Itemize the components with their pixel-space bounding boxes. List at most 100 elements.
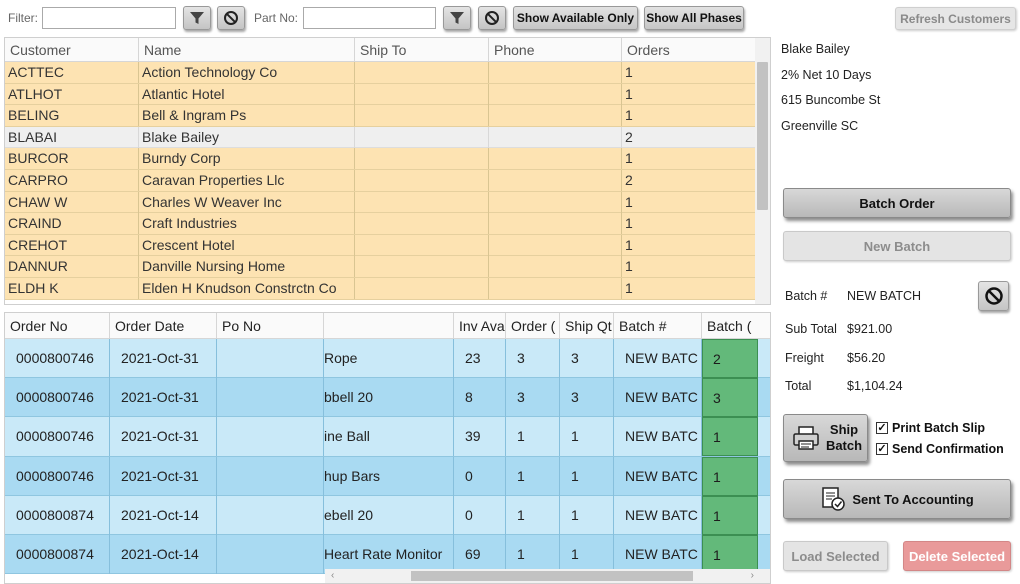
clear-icon <box>485 11 499 25</box>
customer-row[interactable]: BELING Bell & Ingram Ps 1 <box>5 105 757 127</box>
customers-header: Customer Name Ship To Phone Orders <box>5 38 757 62</box>
column-header-customer[interactable]: Customer <box>5 38 139 62</box>
show-all-phases-button[interactable]: Show All Phases <box>644 6 744 30</box>
order-cell-order-no: 0000800746 <box>5 378 110 418</box>
customer-cell-ship-to <box>355 213 489 235</box>
order-cell-inv: 0 <box>454 495 506 535</box>
order-line-row[interactable]: 0000800746 2021-Oct-31 Rope 23 3 3 NEW BATC 2 <box>5 339 770 379</box>
customer-cell-ship-to <box>355 148 489 170</box>
order-cell-ship-qty[interactable]: 1 <box>560 417 614 457</box>
customer-row[interactable]: CREHOT Crescent Hotel 1 <box>5 234 757 257</box>
customer-cell-code: BLABAI <box>5 126 139 148</box>
customer-cell-ship-to <box>355 278 489 299</box>
order-cell-ship-qty[interactable]: 1 <box>560 495 614 535</box>
ship-batch-button[interactable]: Ship Batch <box>783 414 868 462</box>
scroll-right-icon[interactable]: › <box>751 569 754 583</box>
order-line-row[interactable]: 0000800874 2021-Oct-14 ebell 20 0 1 1 NEW BATC… <box>5 495 770 535</box>
customer-cell-orders: 1 <box>625 64 633 80</box>
customer-cell-ship-to <box>355 234 489 256</box>
freight-value: $56.20 <box>847 351 886 365</box>
customer-cell-name: Crescent Hotel <box>139 234 355 256</box>
refresh-customers-button[interactable]: Refresh Customers <box>895 7 1016 30</box>
customer-cell-orders: 1 <box>625 85 633 102</box>
order-cell-ship-qty[interactable]: 3 <box>560 339 614 378</box>
column-header-order-qty[interactable]: Order ( <box>506 313 560 339</box>
customer-row[interactable]: DANNUR Danville Nursing Home 1 <box>5 256 757 278</box>
order-cell-batch-qty[interactable]: 1 <box>702 456 758 496</box>
column-header-order-date[interactable]: Order Date <box>110 313 217 339</box>
customer-name: Blake Bailey <box>781 42 850 56</box>
customer-cell-name: Bell & Ingram Ps <box>139 105 355 127</box>
filter-apply-button[interactable] <box>183 6 211 30</box>
sent-to-accounting-button[interactable]: Sent To Accounting <box>783 479 1011 519</box>
part-filter-apply-button[interactable] <box>443 6 471 30</box>
filter-icon <box>450 12 464 24</box>
new-batch-button[interactable]: New Batch <box>783 231 1011 261</box>
order-lines-hscrollbar[interactable]: ‹ › <box>325 569 770 583</box>
order-cell-batch: NEW BATC <box>614 495 702 535</box>
customers-scrollbar-thumb[interactable] <box>757 62 768 210</box>
column-header-batch-qty[interactable]: Batch ( <box>702 313 758 339</box>
customer-cell-name: Action Technology Co <box>139 62 355 83</box>
order-cell-ship-qty[interactable]: 1 <box>560 456 614 496</box>
order-line-row[interactable]: 0000800746 2021-Oct-31 bbell 20 8 3 3 NEW BATC… <box>5 378 770 418</box>
customer-row[interactable]: BLABAI Blake Bailey 2 <box>5 126 757 149</box>
customer-cell-code: CHAW W <box>5 191 139 213</box>
order-cell-ship-qty[interactable]: 3 <box>560 378 614 418</box>
customer-cell-name: Charles W Weaver Inc <box>139 191 355 213</box>
checkmark-icon[interactable]: ✓ <box>876 422 888 434</box>
customer-row[interactable]: ATLHOT Atlantic Hotel 1 <box>5 83 757 106</box>
column-header-ship-to[interactable]: Ship To <box>355 38 489 62</box>
order-cell-order-no: 0000800874 <box>5 495 110 535</box>
customer-row[interactable]: CARPRO Caravan Properties Llc 2 <box>5 170 757 192</box>
batch-order-button[interactable]: Batch Order <box>783 188 1011 218</box>
column-header-ship-qty[interactable]: Ship Qt <box>560 313 614 339</box>
column-header-item[interactable] <box>324 313 454 339</box>
column-header-name[interactable]: Name <box>139 38 355 62</box>
send-confirmation-checkbox[interactable]: ✓ Send Confirmation <box>876 442 1004 456</box>
order-cell-order-date: 2021-Oct-31 <box>110 339 217 378</box>
column-header-batch-no[interactable]: Batch # <box>614 313 702 339</box>
checkmark-icon[interactable]: ✓ <box>876 443 888 455</box>
order-cell-inv: 23 <box>454 339 506 378</box>
filter-input[interactable] <box>42 7 176 29</box>
customer-row[interactable]: ACTTEC Action Technology Co 1 <box>5 62 757 84</box>
filter-clear-button[interactable] <box>217 6 245 30</box>
customer-row[interactable]: CHAW W Charles W Weaver Inc 1 <box>5 191 757 214</box>
order-line-row[interactable]: 0000800746 2021-Oct-31 ine Ball 39 1 1 NEW BAT… <box>5 417 770 457</box>
order-lines-hscrollbar-thumb[interactable] <box>411 571 693 581</box>
customer-cell-phone <box>489 83 622 105</box>
column-header-po-no[interactable]: Po No <box>217 313 324 339</box>
delete-selected-button[interactable]: Delete Selected <box>903 541 1011 571</box>
subtotal-label: Sub Total <box>785 322 837 336</box>
column-header-order-no[interactable]: Order No <box>5 313 110 339</box>
customer-cell-phone <box>489 278 622 299</box>
part-filter-clear-button[interactable] <box>478 6 506 30</box>
customers-scrollbar[interactable] <box>755 38 770 304</box>
column-header-orders[interactable]: Orders <box>622 38 757 62</box>
order-cell-batch-qty[interactable]: 1 <box>702 417 758 457</box>
column-header-inv-avail[interactable]: Inv Ava <box>454 313 506 339</box>
order-cell-item: bbell 20 <box>324 378 454 418</box>
order-cell-batch-qty[interactable]: 2 <box>702 339 758 378</box>
customer-cell-orders: 1 <box>625 150 633 167</box>
customer-cell-phone <box>489 105 622 127</box>
customer-row[interactable]: CRAIND Craft Industries 1 <box>5 213 757 235</box>
customer-row[interactable]: BURCOR Burndy Corp 1 <box>5 148 757 170</box>
customer-row[interactable]: ELDH K Elden H Knudson Constrctn Co 1 <box>5 278 757 300</box>
customer-cell-code: CRAIND <box>5 213 139 235</box>
order-line-row[interactable]: 0000800746 2021-Oct-31 hup Bars 0 1 1 NEW BATC… <box>5 456 770 496</box>
freight-label: Freight <box>785 351 824 365</box>
show-available-only-button[interactable]: Show Available Only <box>513 6 638 30</box>
order-cell-batch-qty[interactable]: 3 <box>702 378 758 418</box>
customer-terms: 2% Net 10 Days <box>781 68 872 82</box>
order-cell-po-no <box>217 417 324 457</box>
print-batch-slip-checkbox[interactable]: ✓ Print Batch Slip <box>876 421 985 435</box>
order-cell-batch-qty[interactable]: 1 <box>702 495 758 535</box>
column-header-phone[interactable]: Phone <box>489 38 622 62</box>
scroll-left-icon[interactable]: ‹ <box>331 569 334 583</box>
part-no-input[interactable] <box>303 7 436 29</box>
order-cell-po-no <box>217 495 324 535</box>
load-selected-button[interactable]: Load Selected <box>783 541 888 571</box>
cancel-batch-button[interactable] <box>978 281 1009 311</box>
